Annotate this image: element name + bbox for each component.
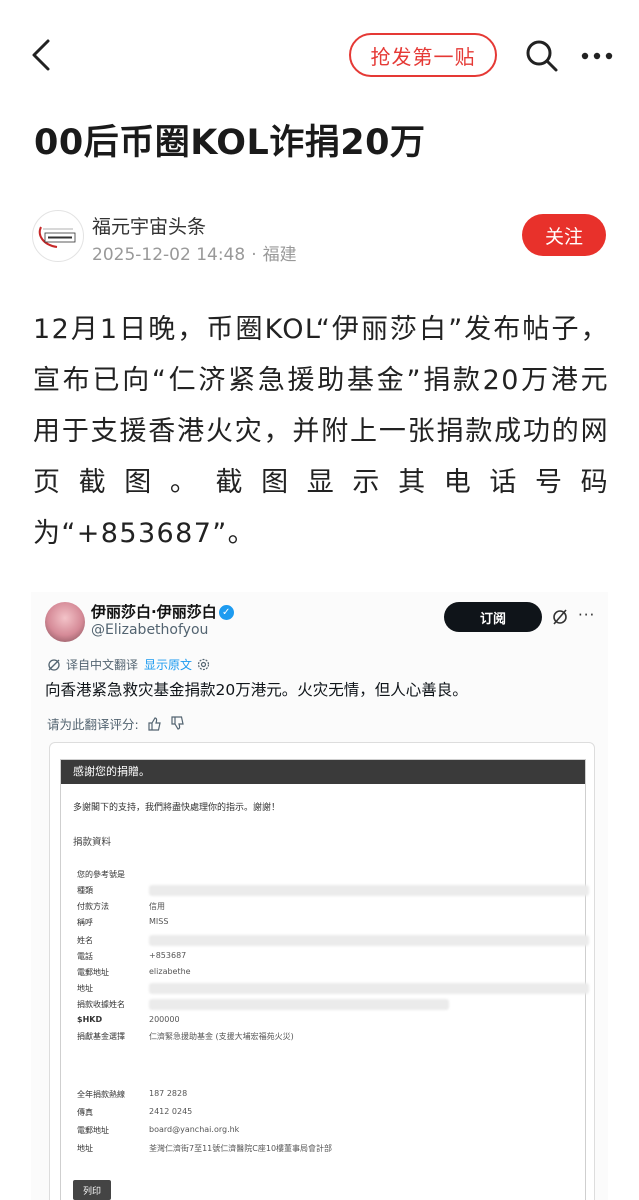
receipt-row-label: 地址 <box>77 984 93 993</box>
donation-receipt: 感謝您的捐贈。 多謝閣下的支持，我們將盡快處理你的指示。謝謝！ 捐款資料 您的參… <box>49 742 595 1200</box>
receipt-row: 地址 <box>77 982 589 995</box>
receipt-row: 電話 +853687 <box>77 950 577 963</box>
redacted-value <box>149 999 449 1010</box>
grab-first-post-button[interactable]: 抢发第一贴 <box>349 33 497 77</box>
redacted-value <box>149 885 589 896</box>
search-icon[interactable] <box>524 38 560 74</box>
author-logo-icon <box>38 226 76 248</box>
contact-row: 地址 荃灣仁濟街7至11號仁濟醫院C座10樓董事局會計部 <box>77 1142 577 1155</box>
translate-icon <box>48 658 60 671</box>
receipt-header: 感謝您的捐贈。 <box>61 760 585 784</box>
contact-row-label: 全年捐款熱線 <box>77 1090 125 1099</box>
receipt-row-label: $HKD <box>77 1015 103 1024</box>
receipt-row: 捐獻基金選擇 仁濟緊急援助基金 (支援大埔宏福苑火災) <box>77 1030 577 1043</box>
rate-prompt: 请为此翻译评分: <box>47 717 139 732</box>
receipt-row: 電郵地址 elizabethe <box>77 966 577 979</box>
contact-row-value: 荃灣仁濟街7至11號仁濟醫院C座10樓董事局會計部 <box>149 1144 333 1153</box>
thumbs-down-icon <box>171 716 184 730</box>
publish-date: 2025-12-02 14:48 <box>92 245 246 265</box>
receipt-row-value: 信用 <box>149 902 165 911</box>
author-row: 福元宇宙头条 2025-12-02 14:48 · 福建 关注 <box>32 210 612 266</box>
receipt-message: 多謝閣下的支持，我們將盡快處理你的指示。謝謝！ <box>73 803 281 813</box>
contact-row-value: 2412 0245 <box>149 1107 193 1116</box>
author-avatar[interactable] <box>32 210 84 262</box>
receipt-row-label: 電話 <box>77 952 93 961</box>
redacted-value <box>149 935 589 946</box>
article-body: 12月1日晚，币圈KOL“伊丽莎白”发布帖子，宣布已向“仁济紧急援助基金”捐款2… <box>33 314 609 549</box>
print-button: 列印 <box>73 1180 111 1200</box>
embedded-screenshot[interactable]: 伊丽莎白·伊丽莎白 ✓ @Elizabethofyou 订阅 ··· 译自中文翻译… <box>31 592 608 1200</box>
follow-button[interactable]: 关注 <box>522 214 606 256</box>
contact-row: 全年捐款熱線 187 2828 <box>77 1088 577 1101</box>
tweet-handle: @Elizabethofyou <box>91 622 209 638</box>
article-title: 00后币圈KOL诈捐20万 <box>34 123 426 163</box>
receipt-row: 種類 <box>77 884 589 897</box>
receipt-row-label: 您的參考號是 <box>77 870 125 879</box>
tweet-avatar <box>45 602 85 642</box>
receipt-row-label: 姓名 <box>77 936 93 945</box>
grok-icon <box>553 609 567 625</box>
receipt-row: $HKD 200000 <box>77 1014 577 1027</box>
receipt-row-label: 稱呼 <box>77 918 93 927</box>
tweet-text: 向香港紧急救灾基金捐款20万港元。火灾无情，但人心善良。 <box>45 681 468 699</box>
verified-badge-icon: ✓ <box>218 605 234 620</box>
translated-from-label: 译自中文翻译 <box>66 658 139 672</box>
translation-row: 译自中文翻译 显示原文 <box>47 656 210 673</box>
receipt-row-value: MISS <box>149 917 169 926</box>
more-dots-icon[interactable] <box>580 46 614 66</box>
redacted-value <box>149 983 589 994</box>
receipt-row-value: 200000 <box>149 1015 180 1024</box>
receipt-row-label: 電郵地址 <box>77 968 109 977</box>
receipt-row: 您的參考號是 <box>77 868 577 881</box>
receipt-panel: 感謝您的捐贈。 多謝閣下的支持，我們將盡快處理你的指示。謝謝！ 捐款資料 您的參… <box>60 759 589 1200</box>
settings-gear-icon <box>197 658 210 671</box>
subscribe-button: 订阅 <box>444 602 542 632</box>
receipt-row: 付款方法 信用 <box>77 900 577 913</box>
contact-row-value: board@yanchai.org.hk <box>149 1125 240 1134</box>
receipt-row-label: 付款方法 <box>77 902 109 911</box>
receipt-row: 捐款收據姓名 <box>77 998 577 1011</box>
contact-row: 電郵地址 board@yanchai.org.hk <box>77 1124 577 1137</box>
receipt-section-title: 捐款資料 <box>73 837 112 848</box>
tweet-display-name: 伊丽莎白·伊丽莎白 ✓ <box>91 601 234 622</box>
publish-location: 福建 <box>262 245 297 265</box>
contact-row: 傳真 2412 0245 <box>77 1106 577 1119</box>
show-original-link: 显示原文 <box>144 658 193 672</box>
receipt-row-value: +853687 <box>149 951 187 960</box>
author-meta: 2025-12-02 14:48 · 福建 <box>92 240 297 265</box>
back-chevron-icon[interactable] <box>28 38 58 72</box>
receipt-row-value: 仁濟緊急援助基金 (支援大埔宏福苑火災) <box>149 1032 294 1041</box>
receipt-row-label: 種類 <box>77 886 93 895</box>
receipt-row: 稱呼 MISS <box>77 916 577 929</box>
rate-translation-row: 请为此翻译评分: <box>47 714 185 733</box>
contact-row-label: 傳真 <box>77 1108 93 1117</box>
contact-row-label: 電郵地址 <box>77 1126 109 1135</box>
contact-row-value: 187 2828 <box>149 1089 188 1098</box>
receipt-row: 姓名 <box>77 934 589 947</box>
receipt-row-label: 捐款收據姓名 <box>77 1000 125 1009</box>
top-nav: 抢发第一贴 <box>0 0 639 110</box>
tweet-display-name-text: 伊丽莎白·伊丽莎白 <box>91 603 217 621</box>
receipt-row-label: 捐獻基金選擇 <box>77 1032 125 1041</box>
thumbs-up-icon <box>148 717 161 731</box>
tweet-more-icon: ··· <box>578 606 596 624</box>
author-name[interactable]: 福元宇宙头条 <box>92 212 206 239</box>
meta-separator: · <box>251 245 257 265</box>
contact-row-label: 地址 <box>77 1144 93 1153</box>
receipt-row-value: elizabethe <box>149 967 191 976</box>
